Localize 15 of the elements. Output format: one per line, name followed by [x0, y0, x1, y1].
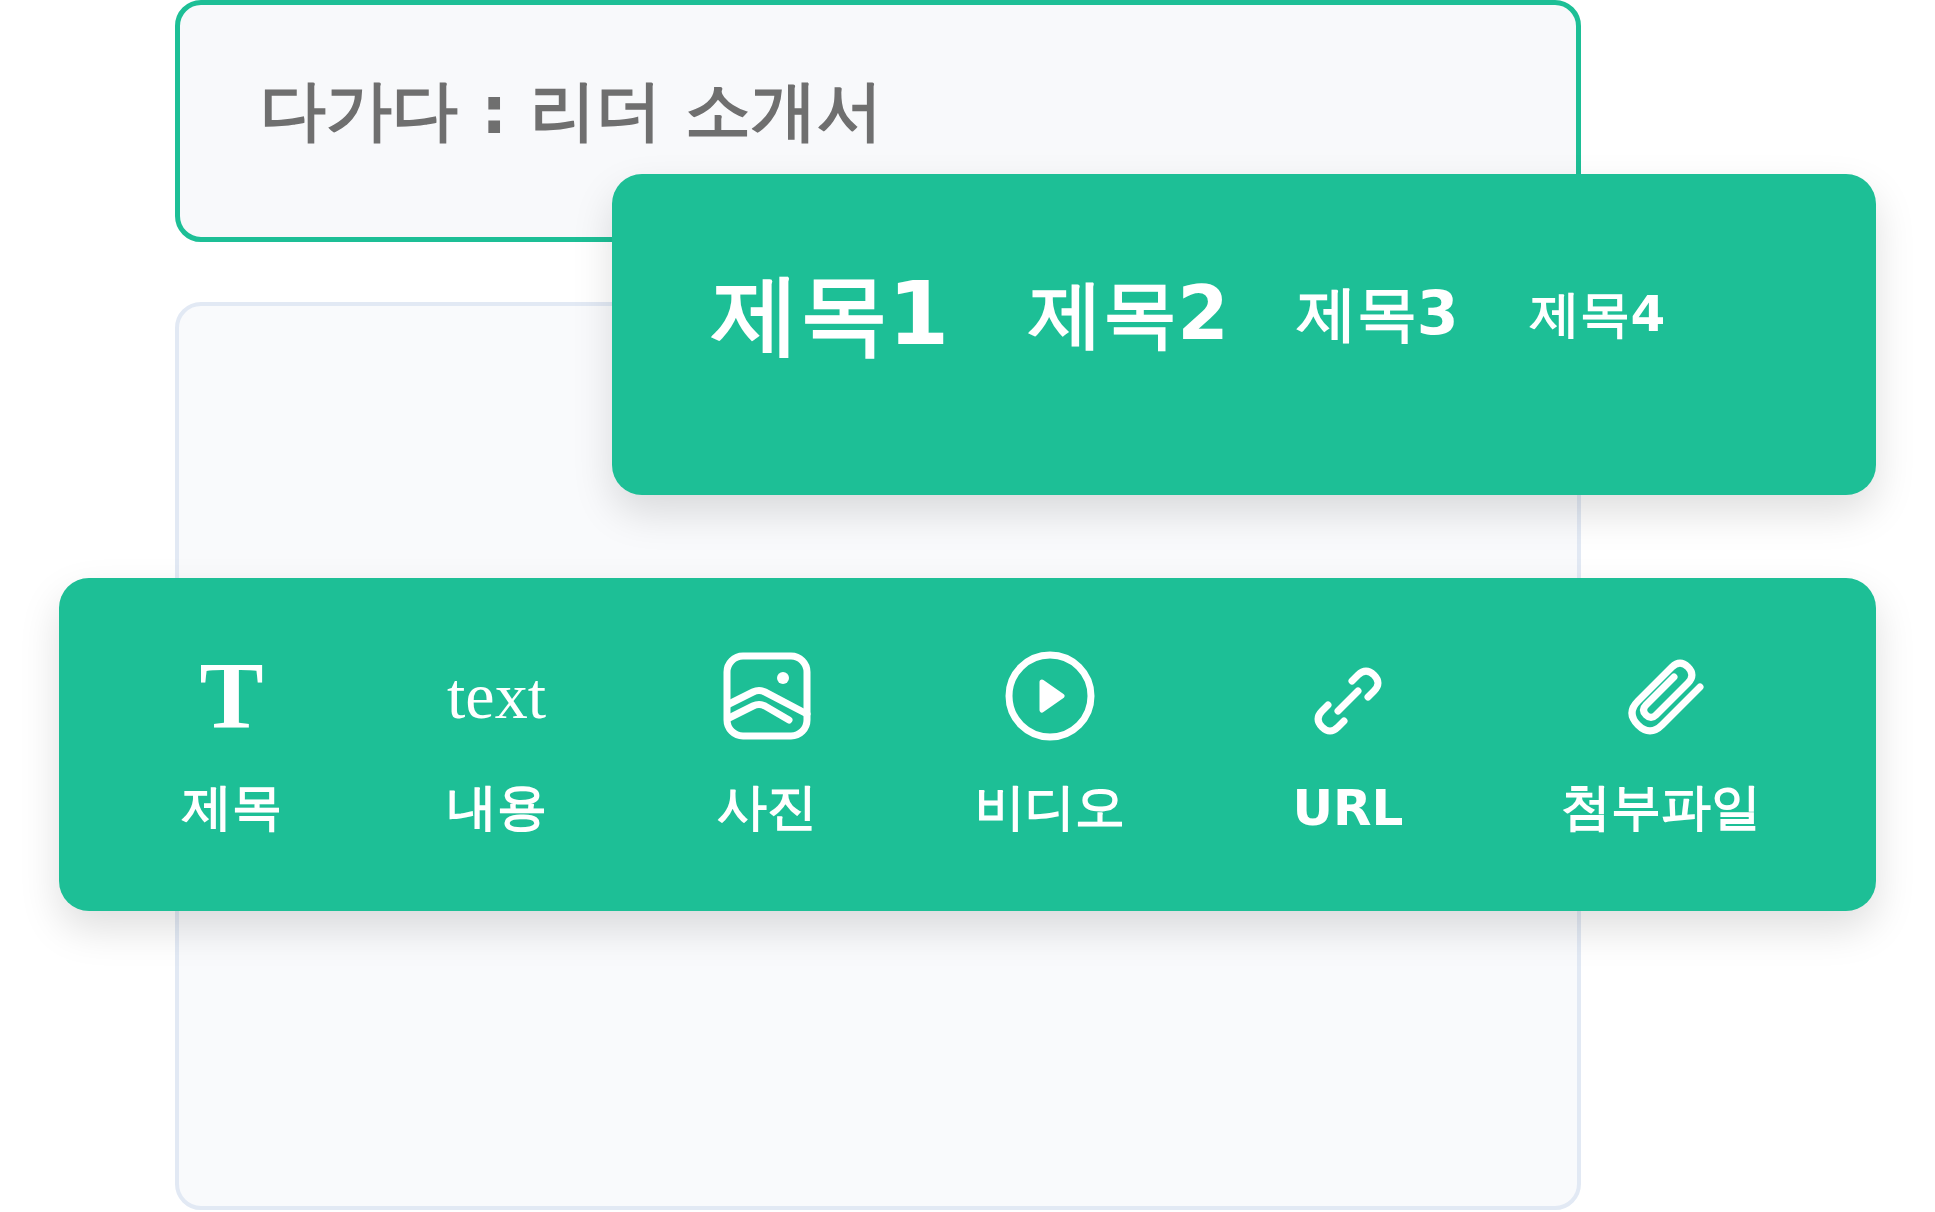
insert-button[interactable]: 첨부파일 — [1501, 648, 1821, 841]
play-icon — [1004, 650, 1096, 742]
image-icon — [723, 652, 811, 740]
heading-option[interactable]: 제목2 — [1029, 264, 1229, 365]
heading-option[interactable]: 제목1 — [712, 255, 950, 374]
document-title: 다가다 : 리더 소개서 — [260, 71, 884, 151]
glyph-icon: text — [447, 663, 546, 729]
glyph-icon: T — [199, 648, 264, 744]
heading-option[interactable]: 제목4 — [1530, 281, 1666, 348]
insert-button[interactable]: 비디오 — [905, 648, 1195, 841]
insert-button[interactable]: text 내용 — [364, 648, 629, 841]
insert-button[interactable]: URL — [1195, 652, 1501, 837]
heading-option[interactable]: 제목3 — [1296, 274, 1459, 355]
insert-button[interactable]: T 제목 — [99, 648, 364, 841]
insert-button[interactable]: 사진 — [629, 648, 905, 841]
